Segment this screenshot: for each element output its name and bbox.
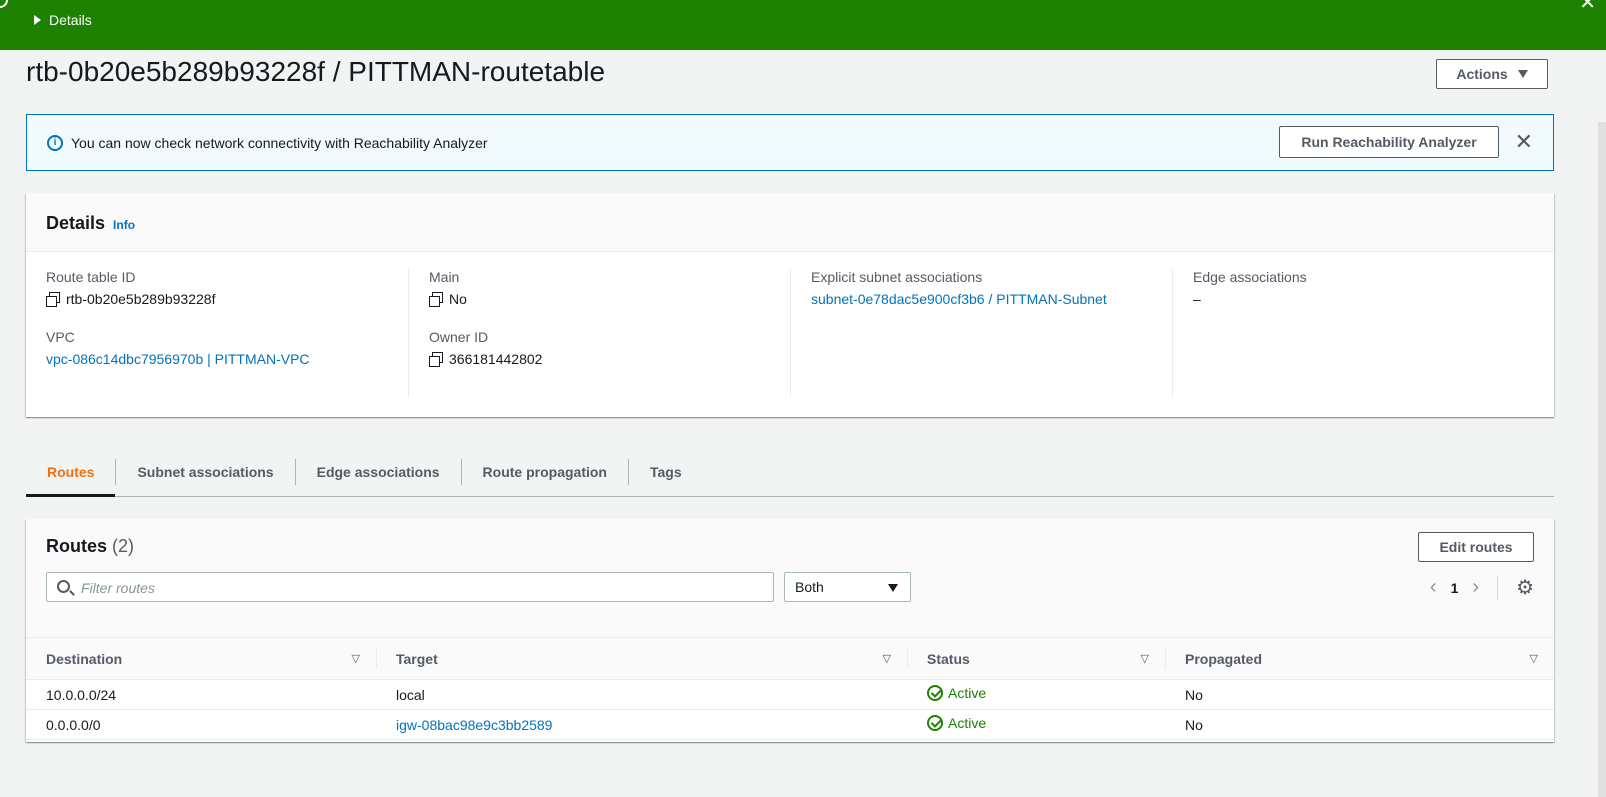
success-flashbar: Details ✕ — [0, 0, 1606, 50]
banner-message: You can now check network connectivity w… — [71, 135, 488, 151]
target-link[interactable]: igw-08bac98e9c3bb2589 — [396, 717, 552, 733]
column-header-target[interactable]: Target ▽ — [376, 637, 907, 680]
cell-propagated: No — [1165, 679, 1554, 710]
status-ok-icon — [927, 715, 943, 731]
tab-subnet-associations[interactable]: Subnet associations — [116, 458, 296, 485]
routes-panel: Routes (2) Edit routes Both ‹ 1 › ⚙ Dest… — [26, 519, 1554, 742]
edit-routes-label: Edit routes — [1439, 539, 1513, 555]
tab-bar: Routes Subnet associations Edge associat… — [26, 447, 1554, 497]
status-text: Active — [948, 715, 987, 731]
page-number[interactable]: 1 — [1451, 580, 1459, 596]
owner-id-value: 366181442802 — [449, 351, 543, 367]
banner-close-icon[interactable]: ✕ — [1515, 129, 1533, 155]
subnet-link[interactable]: subnet-0e78dac5e900cf3b6 / PITTMAN-Subne… — [811, 291, 1107, 307]
sort-icon: ▽ — [882, 653, 891, 665]
sort-icon: ▽ — [1140, 653, 1149, 665]
cell-target: igw-08bac98e9c3bb2589 — [376, 709, 907, 740]
details-col-1: Route table ID rtb-0b20e5b289b93228f VPC… — [26, 269, 408, 397]
search-icon — [57, 580, 70, 593]
routes-heading-text: Routes — [46, 536, 108, 556]
success-icon — [0, 0, 8, 8]
copy-icon[interactable] — [46, 292, 60, 307]
route-table-id-value: rtb-0b20e5b289b93228f — [66, 291, 216, 307]
details-col-3: Explicit subnet associations subnet-0e78… — [790, 269, 1172, 397]
copy-icon[interactable] — [429, 352, 443, 367]
flash-close-icon[interactable]: ✕ — [1579, 0, 1596, 15]
propagation-filter-value: Both — [795, 579, 824, 595]
details-heading: Details — [46, 213, 106, 233]
route-table-id-label: Route table ID — [46, 269, 136, 285]
expand-triangle-icon — [34, 15, 41, 25]
column-header-destination[interactable]: Destination ▽ — [26, 637, 376, 680]
explicit-subnet-label: Explicit subnet associations — [811, 269, 983, 285]
sort-icon: ▽ — [1529, 653, 1538, 665]
propagation-filter-select[interactable]: Both — [784, 572, 911, 602]
edge-associations-value: – — [1193, 291, 1201, 307]
cell-target: local — [376, 679, 907, 710]
cell-destination: 10.0.0.0/24 — [26, 679, 376, 710]
pagination: ‹ 1 › ⚙ — [1430, 575, 1534, 600]
page-scrollbar[interactable] — [1598, 122, 1606, 797]
vpc-label: VPC — [46, 329, 75, 345]
run-reachability-analyzer-button[interactable]: Run Reachability Analyzer — [1279, 126, 1499, 158]
status-text: Active — [948, 685, 987, 701]
vpc-link[interactable]: vpc-086c14dbc7956970b | PITTMAN-VPC — [46, 351, 310, 367]
status-ok-icon — [927, 685, 943, 701]
sort-icon: ▽ — [351, 653, 360, 665]
main-value: No — [449, 291, 467, 307]
details-col-2: Main No Owner ID 366181442802 — [408, 269, 790, 397]
cell-status: Active — [907, 709, 1165, 740]
chevron-left-icon[interactable]: ‹ — [1430, 576, 1437, 599]
caret-down-icon — [1517, 70, 1528, 78]
caret-down-icon — [888, 584, 898, 592]
cell-propagated: No — [1165, 709, 1554, 740]
cell-status: Active — [907, 679, 1165, 710]
tab-route-propagation[interactable]: Route propagation — [462, 458, 629, 485]
details-panel: Details Info Route table ID rtb-0b20e5b28… — [26, 193, 1554, 417]
info-banner: i You can now check network connectivity… — [26, 114, 1554, 171]
routes-table: Destination ▽ Target ▽ Status ▽ Propagated ▽… — [26, 637, 1554, 740]
filter-routes-search — [46, 572, 774, 602]
pager-divider — [1497, 575, 1499, 600]
details-header: Details Info — [26, 193, 1554, 252]
page-title: rtb-0b20e5b289b93228f / PITTMAN-routetab… — [26, 56, 606, 87]
tab-edge-associations[interactable]: Edge associations — [296, 458, 462, 485]
routes-count: (2) — [112, 536, 135, 556]
flash-details-label: Details — [49, 12, 92, 28]
actions-button[interactable]: Actions — [1436, 59, 1548, 89]
flash-details-toggle[interactable]: Details — [34, 12, 92, 28]
actions-button-label: Actions — [1456, 66, 1508, 82]
column-header-status[interactable]: Status ▽ — [907, 637, 1165, 680]
edit-routes-button[interactable]: Edit routes — [1418, 532, 1534, 562]
column-header-propagated[interactable]: Propagated ▽ — [1165, 637, 1554, 680]
column-propagated-label: Propagated — [1185, 650, 1263, 667]
filter-routes-input[interactable] — [81, 578, 761, 598]
main-label: Main — [429, 269, 460, 285]
copy-icon[interactable] — [429, 292, 443, 307]
info-link[interactable]: Info — [113, 218, 135, 232]
tab-tags[interactable]: Tags — [629, 459, 703, 485]
details-col-4: Edge associations – — [1172, 269, 1554, 397]
edge-associations-label: Edge associations — [1193, 269, 1307, 285]
cell-destination: 0.0.0.0/0 — [26, 709, 376, 740]
owner-id-label: Owner ID — [429, 329, 489, 345]
column-target-label: Target — [396, 650, 438, 667]
tab-routes[interactable]: Routes — [26, 458, 117, 497]
column-destination-label: Destination — [46, 650, 123, 667]
gear-icon[interactable]: ⚙ — [1516, 575, 1534, 600]
table-row: 0.0.0.0/0 igw-08bac98e9c3bb2589 Active N… — [26, 709, 1554, 740]
info-icon: i — [47, 135, 63, 151]
column-status-label: Status — [927, 650, 970, 667]
table-row: 10.0.0.0/24 local Active No — [26, 679, 1554, 710]
chevron-right-icon[interactable]: › — [1472, 576, 1479, 599]
routes-heading: Routes (2) — [46, 536, 134, 557]
run-reachability-analyzer-label: Run Reachability Analyzer — [1301, 134, 1477, 150]
